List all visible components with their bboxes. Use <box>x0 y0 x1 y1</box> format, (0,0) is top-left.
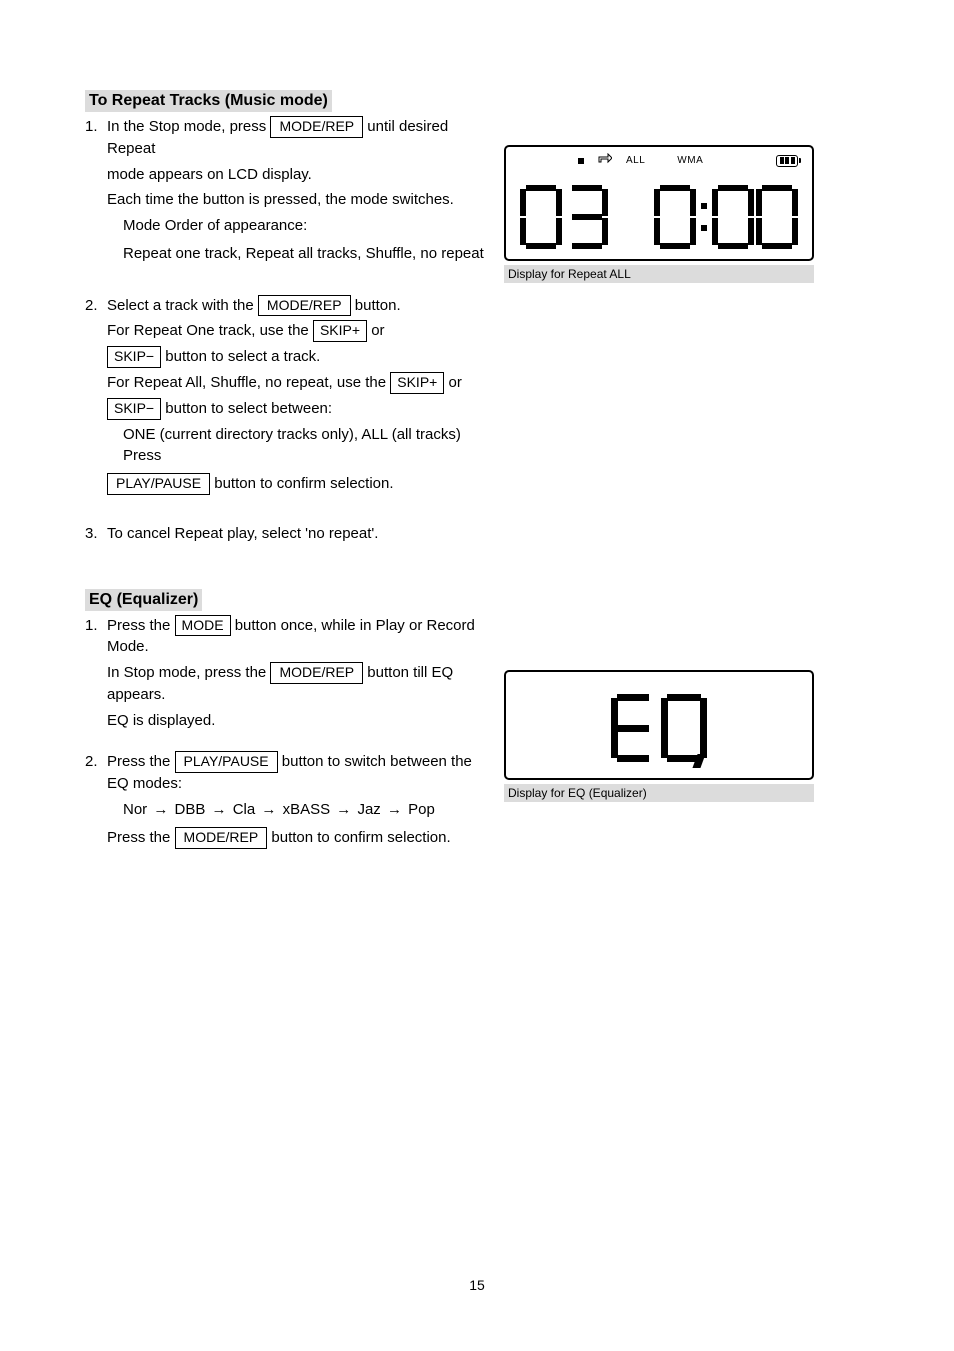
skip-forward-button: SKIP+ <box>390 372 444 394</box>
eq-mode: Nor <box>123 801 147 818</box>
text: ONE (current directory tracks only), ALL… <box>123 426 461 465</box>
repeat-step-1: In the Stop mode, press MODE/REP until d… <box>107 116 495 160</box>
page-number: 15 <box>469 1277 485 1293</box>
skip-back-button: SKIP− <box>107 346 161 368</box>
repeat-step-3: To cancel Repeat play, select 'no repeat… <box>107 523 495 545</box>
eq-mode: Pop <box>408 801 435 818</box>
skip-back-button: SKIP− <box>107 398 161 420</box>
eq-mode: Jaz <box>357 801 380 818</box>
text: or <box>371 322 384 339</box>
text: Each time the button is pressed, the mod… <box>107 189 495 211</box>
repeat-icon <box>598 153 612 168</box>
lcd-eq-readout <box>506 694 812 762</box>
play-pause-button: PLAY/PAUSE <box>107 473 210 495</box>
text: SKIP− button to select between: <box>107 398 495 420</box>
text: For Repeat All, Shuffle, no repeat, use … <box>107 372 495 394</box>
text: For Repeat All, Shuffle, no repeat, use … <box>107 374 390 391</box>
lcd-figure-eq: Display for EQ (Equalizer) <box>504 670 814 802</box>
mode-order-line: Repeat one track, Repeat all tracks, Shu… <box>123 243 495 265</box>
digit-0 <box>654 185 696 249</box>
eq-mode: xBASS <box>283 801 331 818</box>
eq-mode: DBB <box>175 801 206 818</box>
text: button to confirm selection. <box>271 829 450 846</box>
text: ONE (current directory tracks only), ALL… <box>123 424 495 468</box>
lcd-display: ALL WMA <box>504 145 814 261</box>
stop-icon <box>578 158 584 164</box>
lcd-main-readout <box>520 177 798 249</box>
arrow-icon: → <box>334 801 353 818</box>
text: button to select between: <box>165 400 332 417</box>
text: Select a track with the <box>107 297 258 314</box>
text: In Stop mode, press the <box>107 664 270 681</box>
all-label: ALL <box>626 155 645 166</box>
text: EQ is displayed. <box>107 710 495 732</box>
text: button. <box>355 297 401 314</box>
letter-e <box>611 694 655 762</box>
text: Press the <box>107 753 175 770</box>
text: For Repeat One track, use the <box>107 322 313 339</box>
mode-rep-button: MODE/REP <box>258 295 351 317</box>
arrow-icon: → <box>385 801 404 818</box>
text: or <box>449 374 462 391</box>
text: Press the <box>107 829 175 846</box>
text: Press the MODE/REP button to confirm sel… <box>107 827 495 849</box>
mode-rep-button: MODE/REP <box>175 827 268 849</box>
skip-forward-button: SKIP+ <box>313 320 367 342</box>
eq-mode: Cla <box>233 801 256 818</box>
eq-step-2: Press the PLAY/PAUSE button to switch be… <box>107 751 495 795</box>
wma-label: WMA <box>677 155 703 166</box>
repeat-step-2: Select a track with the MODE/REP button. <box>107 295 495 317</box>
text: In Stop mode, press the MODE/REP button … <box>107 662 495 706</box>
text: For Repeat One track, use the SKIP+ or <box>107 320 495 342</box>
digit-0 <box>756 185 798 249</box>
lcd-figure-repeat: ALL WMA <box>504 145 814 283</box>
lcd-display <box>504 670 814 780</box>
text: Press the <box>107 617 175 634</box>
mode-order-label: Mode Order of appearance: <box>123 215 495 237</box>
eq-mode-sequence: Nor → DBB → Cla → xBASS → Jaz → Pop <box>123 799 495 821</box>
mode-button: MODE <box>175 615 231 637</box>
figure-caption: Display for Repeat ALL <box>504 265 814 283</box>
figure-caption: Display for EQ (Equalizer) <box>504 784 814 802</box>
arrow-icon: → <box>151 801 170 818</box>
arrow-icon: → <box>259 801 278 818</box>
eq-step-1: Press the MODE button once, while in Pla… <box>107 615 495 659</box>
text: In the Stop mode, press <box>107 118 270 135</box>
text: PLAY/PAUSE button to confirm selection. <box>107 473 495 495</box>
text: mode appears on LCD display. <box>107 164 495 186</box>
mode-rep-button: MODE/REP <box>270 662 363 684</box>
letter-q <box>661 694 707 762</box>
arrow-icon: → <box>210 801 229 818</box>
mode-rep-button: MODE/REP <box>270 116 363 138</box>
digit-0 <box>712 185 754 249</box>
text: button to confirm selection. <box>214 475 393 492</box>
repeat-section-title: To Repeat Tracks (Music mode) <box>85 90 332 112</box>
colon <box>698 185 710 249</box>
battery-icon <box>776 155 798 167</box>
play-pause-button: PLAY/PAUSE <box>175 751 278 773</box>
digit-3 <box>566 185 608 249</box>
eq-section-title: EQ (Equalizer) <box>85 589 202 611</box>
text: SKIP− button to select a track. <box>107 346 495 368</box>
digit-0 <box>520 185 562 249</box>
text: button to select a track. <box>165 348 320 365</box>
